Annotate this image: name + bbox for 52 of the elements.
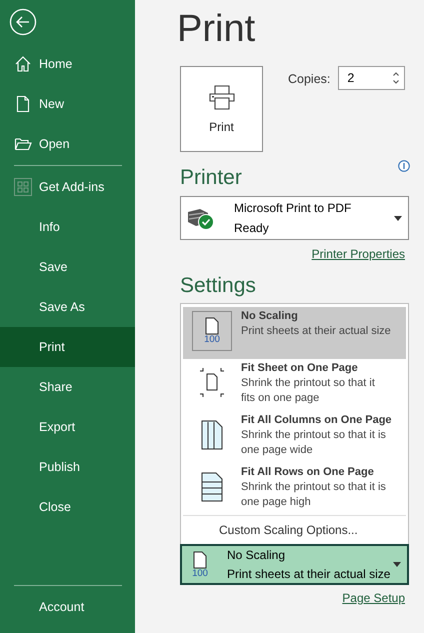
page-icon <box>193 550 207 569</box>
menu-item[interactable]: Share <box>0 367 135 407</box>
menu-item[interactable]: Close <box>0 487 135 527</box>
copies-field[interactable]: 2 <box>338 66 406 90</box>
selected-scaling-description: Print sheets at their actual size <box>227 566 392 583</box>
page-title: Print <box>177 10 256 48</box>
menu-item[interactable]: Info <box>0 207 135 247</box>
fit-sheet-icon <box>198 368 226 398</box>
copies-label: Copies: <box>288 71 330 88</box>
custom-scaling-option[interactable]: Custom Scaling Options... <box>219 523 358 537</box>
option-description: Shrink the printout so that it fits on one page <box>241 376 376 406</box>
menu-item[interactable]: Save As <box>0 287 135 327</box>
fit-columns-icon <box>200 419 224 451</box>
fit-rows-icon <box>200 471 224 503</box>
menu-item[interactable]: Open <box>0 124 135 164</box>
scaling-dropdown[interactable]: 100 No Scaling Print sheets at their actual size <box>180 544 409 585</box>
page-icon <box>205 317 219 336</box>
printer-properties-link[interactable]: Printer Properties <box>312 245 405 263</box>
option-description: Shrink the printout so that it is one page wide <box>241 428 387 458</box>
printer-status: Ready <box>234 220 270 237</box>
printer-name: Microsoft Print to PDF <box>234 200 352 217</box>
selected-scaling-title: No Scaling <box>227 547 286 564</box>
menu-item[interactable]: Publish <box>0 447 135 487</box>
section-heading: Printer <box>180 167 242 188</box>
option-description: Print sheets at their actual size <box>241 324 391 339</box>
menu-item[interactable]: Export <box>0 407 135 447</box>
add-ins-icon <box>14 178 32 196</box>
page-setup-link[interactable]: Page Setup <box>342 589 405 607</box>
caret-icon <box>394 216 402 220</box>
menu-item[interactable]: New <box>0 84 135 124</box>
scale-label: 100 <box>204 335 220 345</box>
option-title: Fit All Rows on One Page <box>241 465 375 480</box>
option-title: Fit Sheet on One Page <box>241 361 359 376</box>
menu-item[interactable]: Save <box>0 247 135 287</box>
option-description: Shrink the printout so that it is one page high <box>241 480 387 510</box>
info-icon <box>398 160 410 172</box>
menu-item[interactable]: Account <box>0 587 135 627</box>
home-icon <box>14 55 32 73</box>
caret-icon <box>393 562 401 567</box>
menu-item[interactable]: Print <box>0 327 135 367</box>
scaling-option[interactable]: 100 No Scaling Print sheets at their actual size <box>183 307 406 359</box>
back-icon <box>9 8 37 36</box>
printer-dropdown[interactable]: Microsoft Print to PDF Ready <box>180 196 409 240</box>
print-button[interactable]: Print <box>180 66 263 152</box>
scale-label: 100 <box>192 568 208 578</box>
option-title: No Scaling <box>241 309 299 324</box>
option-title: Fit All Columns on One Page <box>241 413 391 428</box>
menu-item[interactable]: Home <box>0 44 135 84</box>
file-icon <box>14 95 32 113</box>
section-heading: Settings <box>180 275 257 296</box>
menu-item[interactable]: Get Add-ins <box>0 167 135 207</box>
spinner-arrows-icon <box>392 71 400 85</box>
